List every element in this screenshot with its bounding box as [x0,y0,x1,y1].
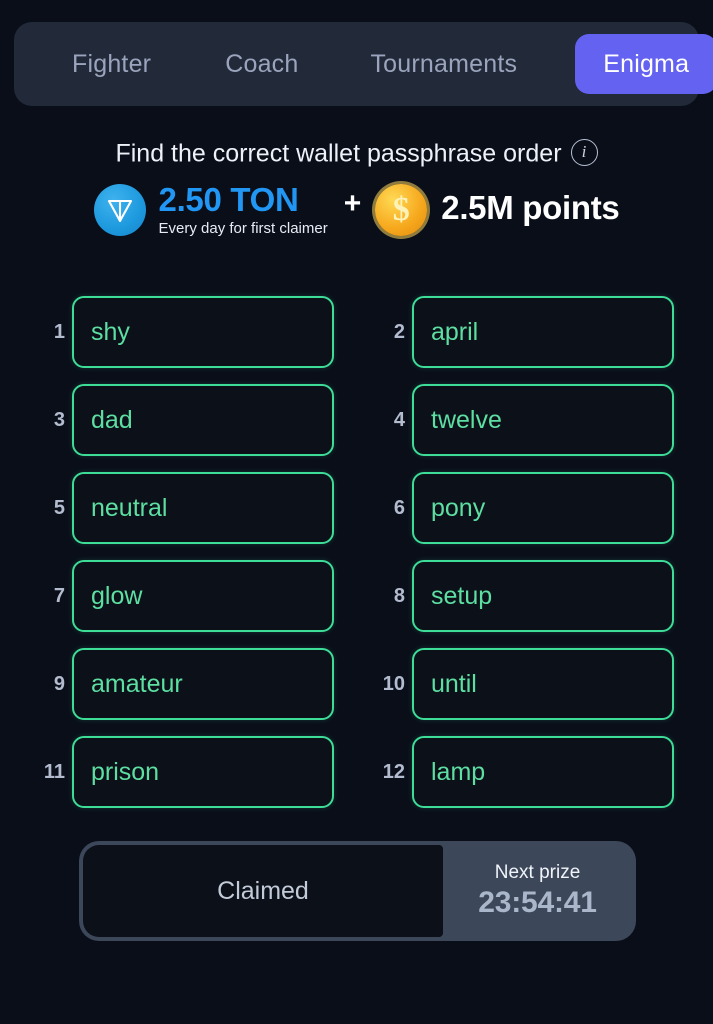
passphrase-cell-6: 6 pony [380,472,674,544]
cell-number: 9 [53,672,65,695]
passphrase-cell-12: 12 lamp [380,736,674,808]
plus-separator: + [343,187,362,220]
word-text: lamp [431,758,486,786]
ton-diamond-glyph [107,199,132,223]
word-slot[interactable]: glow [72,560,334,632]
next-prize-label: Next prize [494,862,581,883]
word-slot[interactable]: twelve [412,384,674,456]
ton-coin-icon [93,184,146,236]
passphrase-cell-9: 9 amateur [40,648,334,720]
cell-number: 6 [393,496,405,519]
passphrase-grid: 1 shy 2 april 3 dad 4 twelve 5 neutral 6… [40,296,674,808]
passphrase-cell-4: 4 twelve [380,384,674,456]
ton-prize-block: 2.50 TON Every day for first claimer [93,182,328,239]
word-text: pony [431,494,486,522]
word-slot[interactable]: amateur [72,648,334,720]
word-text: setup [431,582,493,610]
word-text: april [431,318,479,346]
word-text: shy [91,318,130,346]
points-amount: 2.5M points [441,189,620,226]
cell-number: 7 [53,584,65,607]
word-slot[interactable]: shy [72,296,334,368]
ton-amount: 2.50 TON [158,181,299,218]
word-slot[interactable]: pony [412,472,674,544]
word-slot[interactable]: until [412,648,674,720]
tab-enigma[interactable]: Enigma [575,34,713,94]
passphrase-cell-5: 5 neutral [40,472,334,544]
ton-subtitle: Every day for first claimer [158,220,328,237]
word-text: twelve [431,406,502,434]
cell-number: 11 [43,760,65,783]
passphrase-cell-8: 8 setup [380,560,674,632]
tab-coach[interactable]: Coach [203,34,320,94]
word-slot[interactable]: lamp [412,736,674,808]
main-tabbar: Fighter Coach Tournaments Enigma [14,22,713,106]
passphrase-cell-1: 1 shy [40,296,334,368]
dollar-coin-icon: $ [375,184,428,236]
cell-number: 8 [393,584,405,607]
word-slot[interactable]: prison [72,736,334,808]
word-text: glow [91,582,143,610]
passphrase-cell-10: 10 until [380,648,674,720]
page-title-text: Find the correct wallet passphrase order [115,139,562,168]
word-text: amateur [91,670,183,698]
tab-fighter[interactable]: Fighter [50,34,173,94]
ton-text-group: 2.50 TON Every day for first claimer [159,182,328,239]
passphrase-cell-11: 11 prison [40,736,334,808]
claim-button[interactable]: Claimed [83,845,443,937]
cell-number: 3 [53,408,65,431]
word-text: prison [91,758,160,786]
word-slot[interactable]: dad [72,384,334,456]
passphrase-cell-3: 3 dad [40,384,334,456]
cell-number: 4 [393,408,405,431]
cell-number: 1 [53,320,65,343]
tab-tournaments[interactable]: Tournaments [348,34,539,94]
word-slot[interactable]: setup [412,560,674,632]
cell-number: 12 [382,760,405,783]
prize-summary: 2.50 TON Every day for first claimer + $… [0,182,713,239]
word-text: dad [91,406,133,434]
page-title: Find the correct wallet passphrase order… [0,135,713,170]
points-prize-block: $ 2.5M points [375,182,620,236]
next-prize-countdown: 23:54:41 [478,886,597,919]
info-circle-icon[interactable]: i [570,138,598,166]
cell-number: 2 [393,320,405,343]
cell-number: 10 [382,672,405,695]
next-prize-panel: Next prize 23:54:41 [443,845,632,937]
cell-number: 5 [53,496,65,519]
passphrase-cell-2: 2 april [380,296,674,368]
word-text: neutral [91,494,168,522]
word-text: until [431,670,477,698]
word-slot[interactable]: neutral [72,472,334,544]
enigma-screen: Fighter Coach Tournaments Enigma Find th… [0,0,713,1024]
claim-bar: Claimed Next prize 23:54:41 [79,841,636,941]
word-slot[interactable]: april [412,296,674,368]
passphrase-cell-7: 7 glow [40,560,334,632]
dollar-glyph: $ [392,191,410,228]
